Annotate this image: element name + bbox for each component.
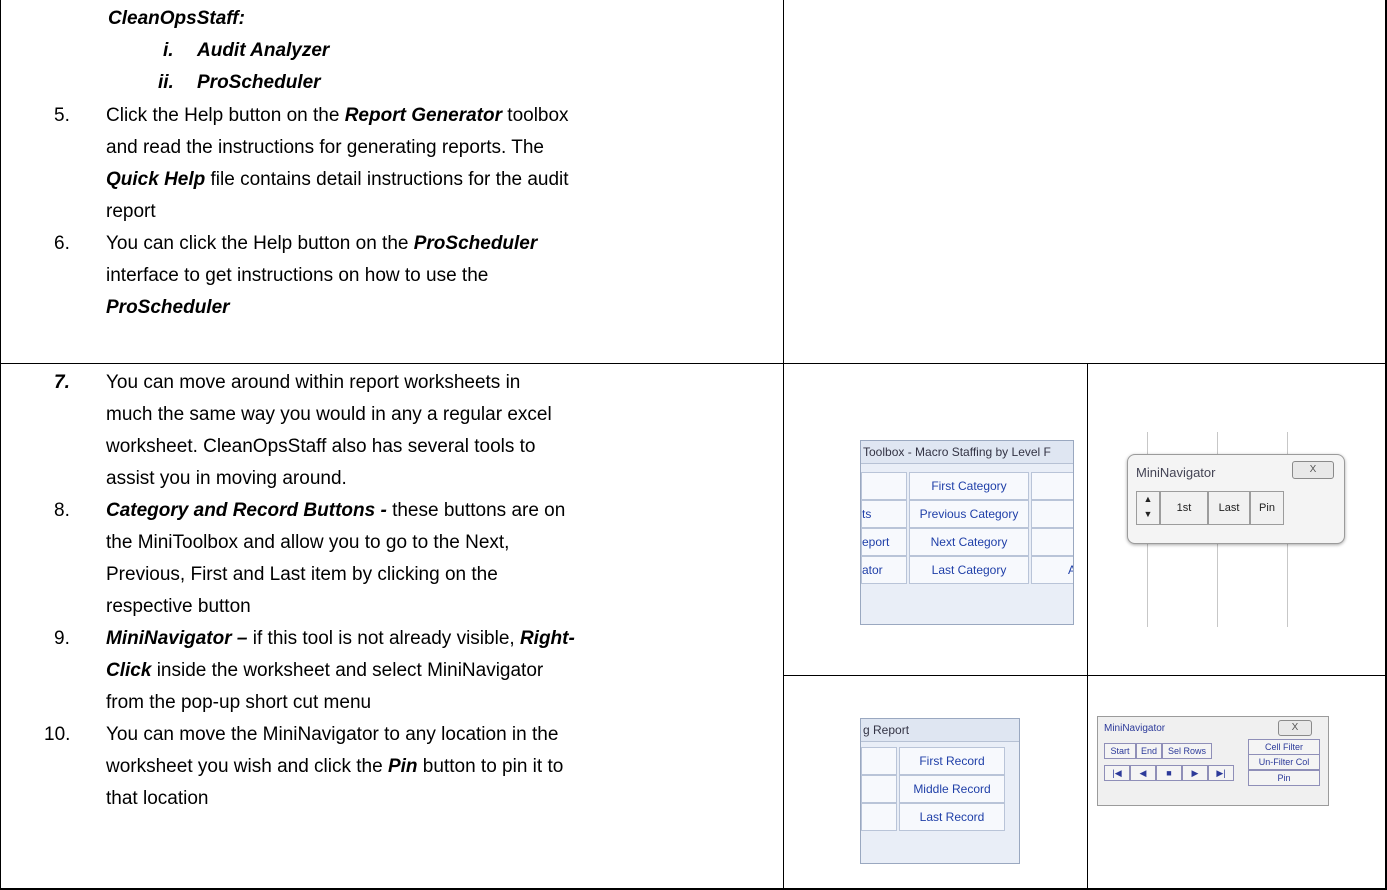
step10-line2: worksheet you wish and click the Pin but… [106, 753, 563, 781]
emphasis: Report Generator [344, 105, 503, 126]
emphasis: MiniNavigator – [106, 628, 248, 649]
toolbox-title: g Report [861, 719, 1019, 742]
step5-line2: and read the instructions for generating… [106, 137, 544, 158]
document-page: CleanOpsStaff: i. Audit Analyzer ii. Pro… [0, 0, 1387, 890]
toolbox-left-cell [861, 775, 897, 803]
pin-button: Pin [1250, 491, 1284, 525]
sel-rows-button: Sel Rows [1162, 743, 1212, 759]
text: button to pin it to [417, 756, 564, 777]
toolbox-title: Toolbox - Macro Staffing by Level F [861, 441, 1073, 464]
up-down-spinner: ▲ ▼ [1136, 491, 1160, 525]
text: these buttons are on [392, 500, 566, 521]
first-record-nav: |◀ [1104, 765, 1130, 781]
step7-line4: assist you in moving around. [106, 468, 347, 489]
mininavigator-window: MiniNavigator X ▲ ▼ 1st Last Pin [1127, 454, 1345, 544]
previous-category-button: Previous Category [909, 500, 1029, 528]
close-icon: X [1292, 461, 1334, 479]
sub-item-marker: ii. [158, 72, 174, 93]
cell-filter-button: Cell Filter [1248, 739, 1320, 755]
previous-record-nav: ◀ [1130, 765, 1156, 781]
toolbox-right-cell [1031, 528, 1073, 556]
toolbox-left-cell: ator [861, 556, 907, 584]
record-toolbox-screenshot: g Report First Record Middle Record Last… [860, 718, 1020, 864]
mininavigator-title: MiniNavigator [1104, 723, 1166, 734]
text: file contains detail instructions for th… [205, 169, 569, 190]
toolbox-right-cell [1031, 472, 1073, 500]
step-number: 9. [54, 628, 70, 649]
stop-nav: ■ [1156, 765, 1182, 781]
text: inside the worksheet and select MiniNavi… [151, 660, 544, 681]
end-button: End [1136, 743, 1162, 759]
toolbox-left-cell [861, 747, 897, 775]
sub-item-proscheduler: ProScheduler [197, 72, 321, 93]
step8-line4: respective button [106, 596, 251, 617]
image-row-divider [783, 675, 1387, 676]
toolbox-left-cell: eport [861, 528, 907, 556]
step5-line1: Click the Help button on the Report Gene… [106, 102, 569, 130]
step-number: 5. [54, 105, 70, 126]
step7-line2: much the same way you would in any a reg… [106, 404, 552, 425]
mininavigator-title: MiniNavigator [1136, 465, 1216, 480]
toolbox-right-cell [1031, 500, 1073, 528]
sub-item-audit-analyzer: Audit Analyzer [197, 40, 330, 61]
step8-line3: Previous, First and Last item by clickin… [106, 564, 498, 585]
step9-line1: MiniNavigator – if this tool is not alre… [106, 625, 575, 653]
text: Click the Help button on the [106, 105, 345, 126]
emphasis: Click [106, 660, 152, 681]
mininavigator-expanded-screenshot: MiniNavigator X Start End Sel Rows Cell … [1097, 716, 1329, 806]
step10-line1: You can move the MiniNavigator to any lo… [106, 724, 559, 745]
emphasis: Category and Record Buttons - [106, 500, 393, 521]
step6-line1: You can click the Help button on the Pro… [106, 230, 537, 258]
step9-line3: from the pop-up short cut menu [106, 692, 372, 713]
step8-line1: Category and Record Buttons - these butt… [106, 497, 565, 525]
step7-line3: worksheet. CleanOpsStaff also has severa… [106, 436, 536, 457]
text: toolbox [502, 105, 569, 126]
start-button: Start [1104, 743, 1136, 759]
mininavigator-screenshot: MiniNavigator X ▲ ▼ 1st Last Pin [1117, 432, 1359, 627]
last-record-nav: ▶| [1208, 765, 1234, 781]
next-record-nav: ▶ [1182, 765, 1208, 781]
toolbox-left-cell: ts [861, 500, 907, 528]
emphasis: Quick Help [106, 169, 206, 190]
text: You can click the Help button on the [106, 233, 414, 254]
emphasis: Right- [519, 628, 575, 649]
category-toolbox-screenshot: Toolbox - Macro Staffing by Level F ts e… [860, 440, 1074, 625]
emphasis: Pin [387, 756, 418, 777]
first-category-button: First Category [909, 472, 1029, 500]
step-number: 7. [54, 372, 70, 393]
last-record-button: Last Record [899, 803, 1005, 831]
middle-record-button: Middle Record [899, 775, 1005, 803]
close-icon: X [1278, 720, 1312, 736]
step-number: 10. [44, 724, 71, 745]
step9-line2: Click inside the worksheet and select Mi… [106, 657, 543, 685]
table-row-divider [0, 363, 1387, 364]
step5-line4: report [106, 201, 156, 222]
text: worksheet you wish and click the [106, 756, 388, 777]
table-col-divider [783, 0, 784, 890]
image-col-divider [1087, 363, 1088, 890]
step-number: 8. [54, 500, 70, 521]
text: if this tool is not already visible, [247, 628, 520, 649]
sub-item-marker: i. [163, 40, 174, 61]
toolbox-right-cell: A [1031, 556, 1073, 584]
table-border-left [0, 0, 1, 890]
toolbox-left-cell [861, 803, 897, 831]
first-record-button: First Record [899, 747, 1005, 775]
step5-line3: Quick Help file contains detail instruct… [106, 166, 569, 194]
step6-line3: ProScheduler [106, 297, 230, 318]
toolbox-left-cell [861, 472, 907, 500]
step7-line1: You can move around within report worksh… [106, 372, 521, 393]
next-category-button: Next Category [909, 528, 1029, 556]
un-filter-col-button: Un-Filter Col [1248, 754, 1320, 770]
last-category-button: Last Category [909, 556, 1029, 584]
step10-line3: that location [106, 788, 209, 809]
intro-heading: CleanOpsStaff: [108, 8, 245, 29]
step-number: 6. [54, 233, 70, 254]
step8-line2: the MiniToolbox and allow you to go to t… [106, 532, 510, 553]
last-button: Last [1208, 491, 1250, 525]
emphasis: ProScheduler [413, 233, 538, 254]
pin-button: Pin [1248, 770, 1320, 786]
first-button: 1st [1160, 491, 1208, 525]
step6-line2: interface to get instructions on how to … [106, 265, 489, 286]
